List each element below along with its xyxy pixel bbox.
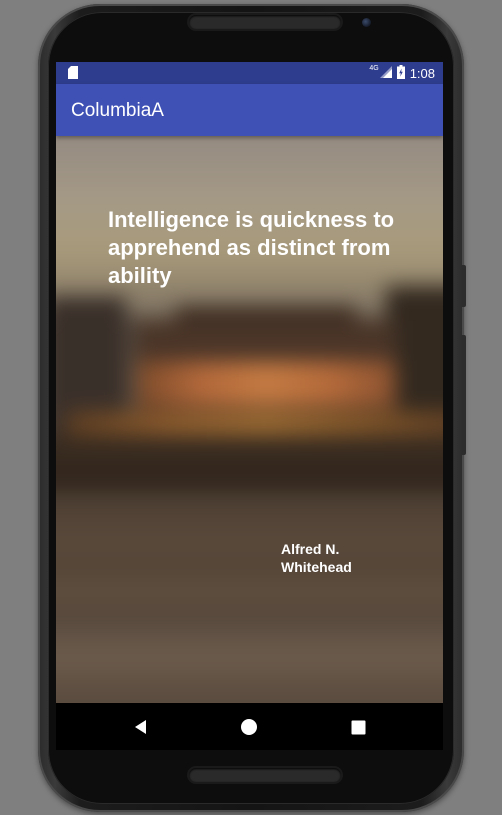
battery-charging-icon (396, 64, 405, 82)
network-type: 4G (369, 64, 379, 72)
quote-content: Intelligence is quickness to apprehend a… (56, 136, 443, 703)
power-button[interactable] (462, 265, 466, 307)
home-circle-icon[interactable] (237, 715, 261, 739)
clock: 1:08 (409, 65, 435, 81)
phone-screen: 4G 1:08 ColumbiaA Intelligence is quickn… (56, 62, 443, 750)
back-triangle-icon[interactable] (129, 715, 153, 739)
quote-text: Intelligence is quickness to apprehend a… (108, 207, 395, 288)
bottom-speaker (189, 768, 341, 782)
status-icons: 4G 1:08 (369, 62, 435, 84)
volume-button[interactable] (462, 335, 466, 455)
cell-signal-icon (379, 65, 392, 81)
recents-square-icon[interactable] (346, 715, 370, 739)
status-bar: 4G 1:08 (56, 62, 443, 84)
top-speaker (189, 15, 341, 29)
sim-card-icon (68, 66, 78, 79)
navigation-bar (56, 703, 443, 750)
quote-author: Alfred N. Whitehead (281, 541, 352, 575)
app-bar: ColumbiaA (56, 84, 443, 136)
app-title: ColumbiaA (71, 100, 164, 121)
emulator-window: 4G 1:08 ColumbiaA Intelligence is quickn… (0, 0, 502, 815)
front-camera (362, 18, 371, 27)
